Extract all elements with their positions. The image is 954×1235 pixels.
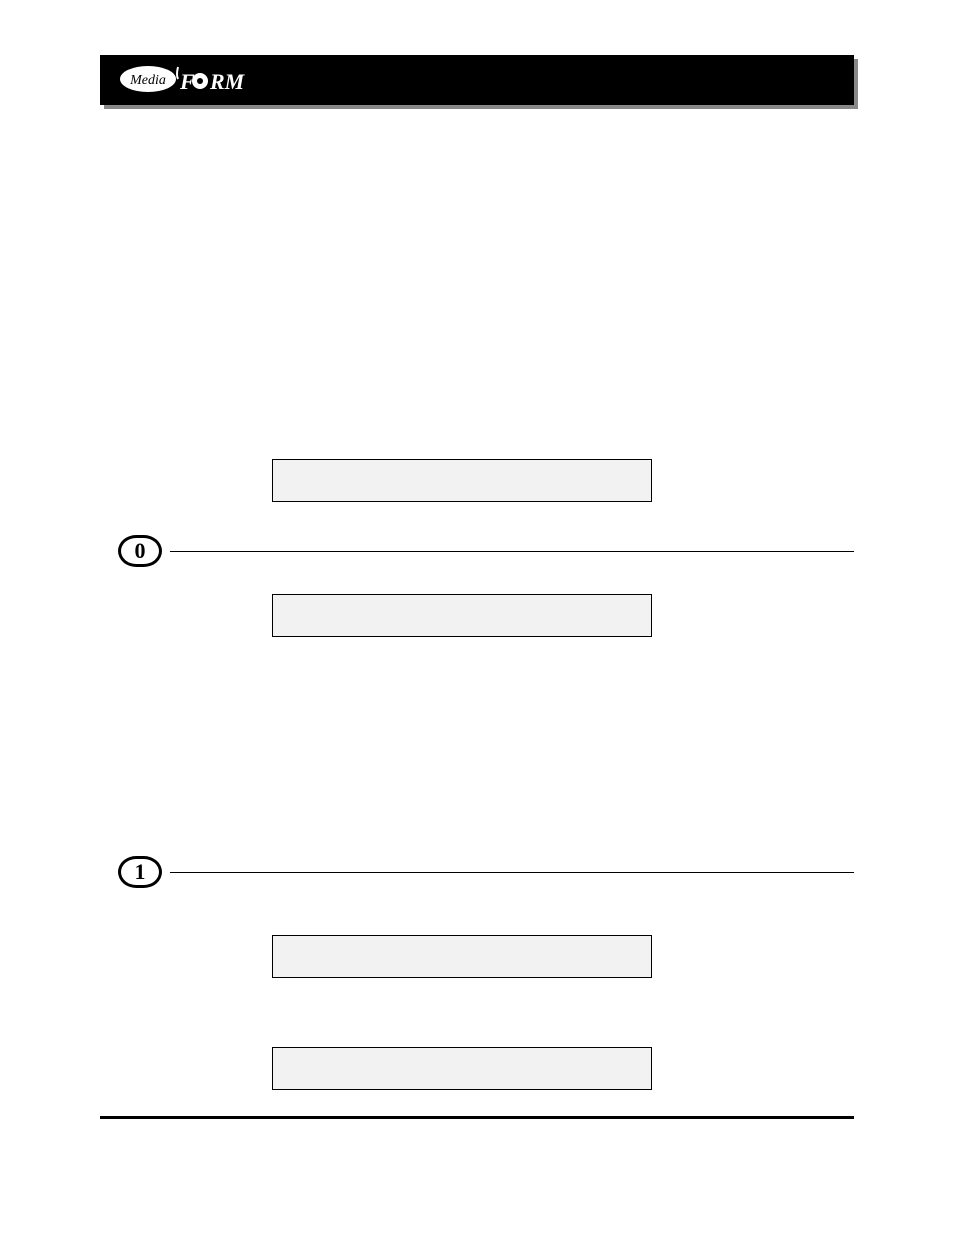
step-1-line (170, 872, 854, 873)
step-1-number: 1 (118, 856, 162, 888)
logo-rm-text: RM (209, 69, 246, 94)
header-bar: Media F RM (100, 55, 854, 105)
step-0-line (170, 551, 854, 552)
step-0-number: 0 (118, 535, 162, 567)
display-box-3 (272, 935, 652, 978)
step-1-row: 1 (118, 856, 854, 888)
mediaform-logo: Media F RM (118, 63, 258, 95)
footer-line (100, 1116, 854, 1119)
display-box-4 (272, 1047, 652, 1090)
step-0-row: 0 (118, 535, 854, 567)
display-box-1 (272, 459, 652, 502)
logo-media-text: Media (129, 73, 166, 88)
display-box-2 (272, 594, 652, 637)
